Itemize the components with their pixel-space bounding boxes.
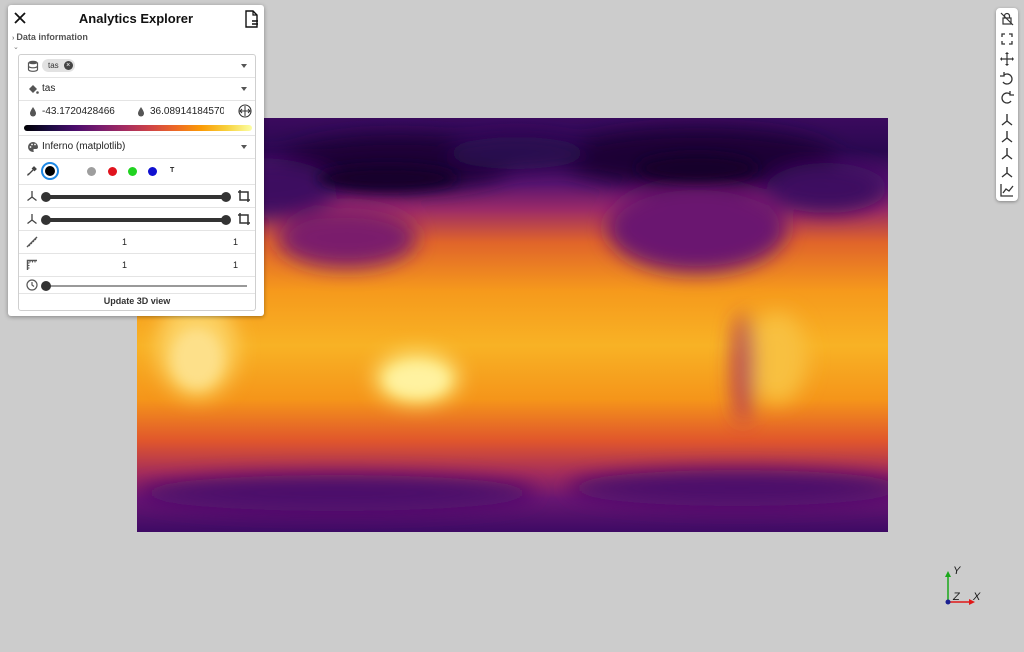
- colormap-dropdown-arrow[interactable]: [241, 145, 247, 149]
- axis-x-icon[interactable]: [999, 112, 1015, 128]
- range-slider-track[interactable]: [46, 195, 227, 199]
- z-axis-dot: [945, 599, 951, 605]
- range-slider-row-1: [19, 185, 255, 208]
- text-color-letter[interactable]: T: [170, 167, 174, 174]
- paint-bucket-icon: [27, 83, 39, 95]
- swatch-red[interactable]: [108, 167, 117, 176]
- dataset-dropdown-arrow[interactable]: [241, 64, 247, 68]
- range-slider-track[interactable]: [46, 218, 227, 222]
- view-toolbar: [996, 8, 1018, 201]
- panel-header: Analytics Explorer: [8, 5, 264, 33]
- axis-reset-icon[interactable]: [999, 164, 1015, 180]
- colormap-row[interactable]: Inferno (matplotlib): [19, 136, 255, 159]
- time-slider-track[interactable]: [46, 285, 247, 287]
- drop-icon: [135, 106, 147, 118]
- axes-orientation-widget: Y Z X: [940, 565, 990, 610]
- range-slider-row-2: [19, 208, 255, 231]
- scale-value-2[interactable]: 1: [233, 237, 238, 247]
- range-row: -43.1720428466 36.08914184570: [19, 101, 255, 136]
- y-axis-label: Y: [953, 565, 961, 577]
- axes-icon: [26, 213, 38, 225]
- expand-arrows-icon[interactable]: [238, 104, 252, 118]
- colormap-value: Inferno (matplotlib): [42, 141, 126, 152]
- range-slider-thumb-max[interactable]: [221, 192, 231, 202]
- range-slider-thumb-min[interactable]: [41, 215, 51, 225]
- dataset-chip[interactable]: tas ×: [42, 59, 75, 72]
- variable-value: tas: [42, 83, 56, 94]
- ruler-icon: [26, 236, 38, 248]
- data-information-toggle[interactable]: › Data information: [12, 32, 88, 42]
- caret-right-icon: ›: [12, 35, 15, 42]
- database-icon: [27, 60, 39, 72]
- file-export-icon[interactable]: [244, 10, 259, 28]
- palette-icon: [27, 141, 39, 153]
- panel-title: Analytics Explorer: [78, 11, 194, 26]
- section-label: Data information: [16, 32, 88, 42]
- move-icon[interactable]: [999, 51, 1015, 67]
- swatch-green[interactable]: [128, 167, 137, 176]
- range-slider-thumb-max[interactable]: [221, 215, 231, 225]
- axes-icon: [26, 190, 38, 202]
- data-settings-card: tas × tas -43.1720428466 36.08914184570: [18, 54, 256, 311]
- y-axis-arrow: [945, 571, 951, 577]
- scale-row-1: 1 1: [19, 231, 255, 254]
- axis-z-icon[interactable]: [999, 146, 1015, 162]
- drop-icon: [27, 106, 39, 118]
- time-slider-thumb[interactable]: [41, 281, 51, 291]
- eyedropper-icon[interactable]: [26, 165, 38, 177]
- chart-icon[interactable]: [999, 182, 1015, 198]
- variable-dropdown-arrow[interactable]: [241, 87, 247, 91]
- z-axis-label: Z: [952, 591, 961, 603]
- x-axis-label: X: [972, 591, 981, 603]
- rotate-left-icon[interactable]: [999, 71, 1015, 87]
- crop-icon[interactable]: [237, 212, 251, 226]
- swatch-blue[interactable]: [148, 167, 157, 176]
- analytics-panel: Analytics Explorer › Data information ⌄ t…: [8, 5, 264, 316]
- rotate-right-icon[interactable]: [999, 90, 1015, 106]
- crop-icon[interactable]: [237, 189, 251, 203]
- caret-down-icon: ⌄: [13, 44, 19, 51]
- variable-row[interactable]: tas: [19, 78, 255, 101]
- range-slider-thumb-min[interactable]: [41, 192, 51, 202]
- lock-off-icon[interactable]: [999, 11, 1015, 27]
- swatch-black[interactable]: [45, 166, 55, 176]
- swatch-gray[interactable]: [87, 167, 96, 176]
- dataset-row: tas ×: [19, 55, 255, 78]
- chip-remove-icon[interactable]: ×: [63, 61, 73, 70]
- scale-value-4[interactable]: 1: [233, 260, 238, 270]
- colormap-bar: [24, 125, 252, 131]
- update-3d-view-button[interactable]: Update 3D view: [19, 293, 255, 309]
- scale-value-3[interactable]: 1: [122, 260, 127, 270]
- range-min-input[interactable]: -43.1720428466: [42, 106, 115, 117]
- dataset-chip-label: tas: [48, 61, 59, 70]
- axis-y-icon[interactable]: [999, 129, 1015, 145]
- range-max-input[interactable]: 36.08914184570: [150, 106, 224, 117]
- ruler-corner-icon: [26, 259, 38, 271]
- clock-icon: [26, 279, 38, 291]
- scale-value-1[interactable]: 1: [122, 237, 127, 247]
- fullscreen-icon[interactable]: [999, 31, 1015, 47]
- scale-row-2: 1 1: [19, 254, 255, 277]
